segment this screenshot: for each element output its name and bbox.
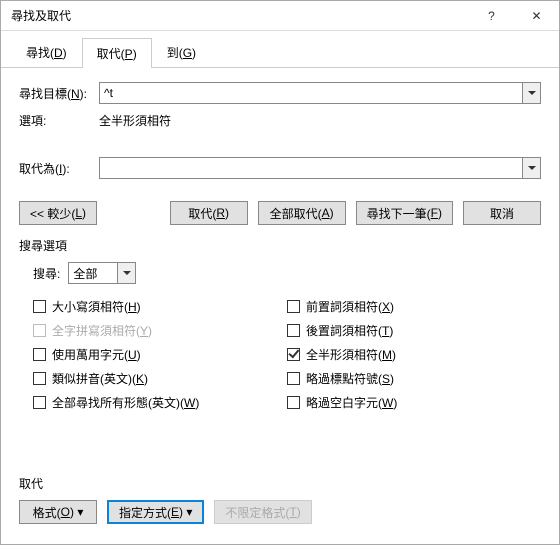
find-input-field[interactable] [99, 82, 523, 104]
help-button[interactable]: ? [469, 1, 514, 31]
checkbox-label: 略過空白字元(W) [306, 394, 397, 411]
chevron-down-icon [528, 166, 536, 170]
titlebar: 尋找及取代 ? ✕ [1, 1, 559, 31]
checkbox-box [33, 372, 46, 385]
checkbox[interactable]: 全半形須相符(M) [287, 342, 541, 366]
cancel-button[interactable]: 取消 [463, 201, 541, 225]
checkbox-label: 全字拼寫須相符(Y) [52, 322, 152, 339]
search-dir-label: 搜尋: [33, 265, 60, 282]
replace-all-button[interactable]: 全部取代(A) [258, 201, 346, 225]
checkbox[interactable]: 使用萬用字元(U) [33, 342, 287, 366]
replace-input[interactable] [99, 157, 541, 179]
checkbox[interactable]: 大小寫須相符(H) [33, 294, 287, 318]
checkbox: 全字拼寫須相符(Y) [33, 318, 287, 342]
search-dir-dropdown[interactable] [118, 262, 136, 284]
checkbox-label: 前置詞須相符(X) [306, 298, 394, 315]
content: 尋找目標(N): 選項: 全半形須相符 取代為(I): << 較少(L) 取代(… [1, 68, 559, 414]
checkbox[interactable]: 全部尋找所有形態(英文)(W) [33, 390, 287, 414]
checkbox-box [33, 324, 46, 337]
checkbox[interactable]: 類似拼音(英文)(K) [33, 366, 287, 390]
checkbox-box [287, 324, 300, 337]
checkbox-label: 全部尋找所有形態(英文)(W) [52, 394, 199, 411]
search-options-label: 搜尋選項 [19, 237, 541, 254]
find-label: 尋找目標(N): [19, 85, 99, 102]
checkbox-label: 大小寫須相符(H) [52, 298, 141, 315]
checkbox-box [33, 348, 46, 361]
find-next-button[interactable]: 尋找下一筆(F) [356, 201, 453, 225]
checkbox-box [287, 396, 300, 409]
no-format-button: 不限定格式(T) [214, 500, 311, 524]
checkbox-label: 使用萬用字元(U) [52, 346, 141, 363]
replace-dropdown[interactable] [523, 157, 541, 179]
close-button[interactable]: ✕ [514, 1, 559, 31]
options-label: 選項: [19, 112, 99, 129]
window-title: 尋找及取代 [11, 7, 469, 24]
replace-label: 取代為(I): [19, 160, 99, 177]
checkbox-label: 類似拼音(英文)(K) [52, 370, 148, 387]
tab-replace[interactable]: 取代(P) [82, 38, 152, 68]
checkbox[interactable]: 後置詞須相符(T) [287, 318, 541, 342]
checkbox[interactable]: 前置詞須相符(X) [287, 294, 541, 318]
checkbox[interactable]: 略過標點符號(S) [287, 366, 541, 390]
options-value: 全半形須相符 [99, 112, 541, 129]
search-dir-select[interactable]: 全部 [68, 262, 136, 284]
replace-button[interactable]: 取代(R) [170, 201, 248, 225]
checkbox-box [287, 372, 300, 385]
checkbox-box [287, 300, 300, 313]
find-dropdown[interactable] [523, 82, 541, 104]
find-input[interactable] [99, 82, 541, 104]
checkbox-label: 全半形須相符(M) [306, 346, 396, 363]
tab-find[interactable]: 尋找(D) [11, 37, 82, 67]
checkbox-box [33, 396, 46, 409]
chevron-down-icon [123, 271, 131, 275]
less-button[interactable]: << 較少(L) [19, 201, 97, 225]
special-button[interactable]: 指定方式(E) ▾ [107, 500, 204, 524]
checkbox[interactable]: 略過空白字元(W) [287, 390, 541, 414]
checkbox-label: 後置詞須相符(T) [306, 322, 393, 339]
chevron-down-icon [528, 91, 536, 95]
replace-input-field[interactable] [99, 157, 523, 179]
checkbox-label: 略過標點符號(S) [306, 370, 394, 387]
format-button[interactable]: 格式(O) ▾ [19, 500, 97, 524]
tabs: 尋找(D) 取代(P) 到(G) [1, 31, 559, 68]
checkbox-box [287, 348, 300, 361]
tab-goto[interactable]: 到(G) [152, 37, 211, 67]
checkbox-box [33, 300, 46, 313]
replace-section-label: 取代 [19, 475, 541, 492]
